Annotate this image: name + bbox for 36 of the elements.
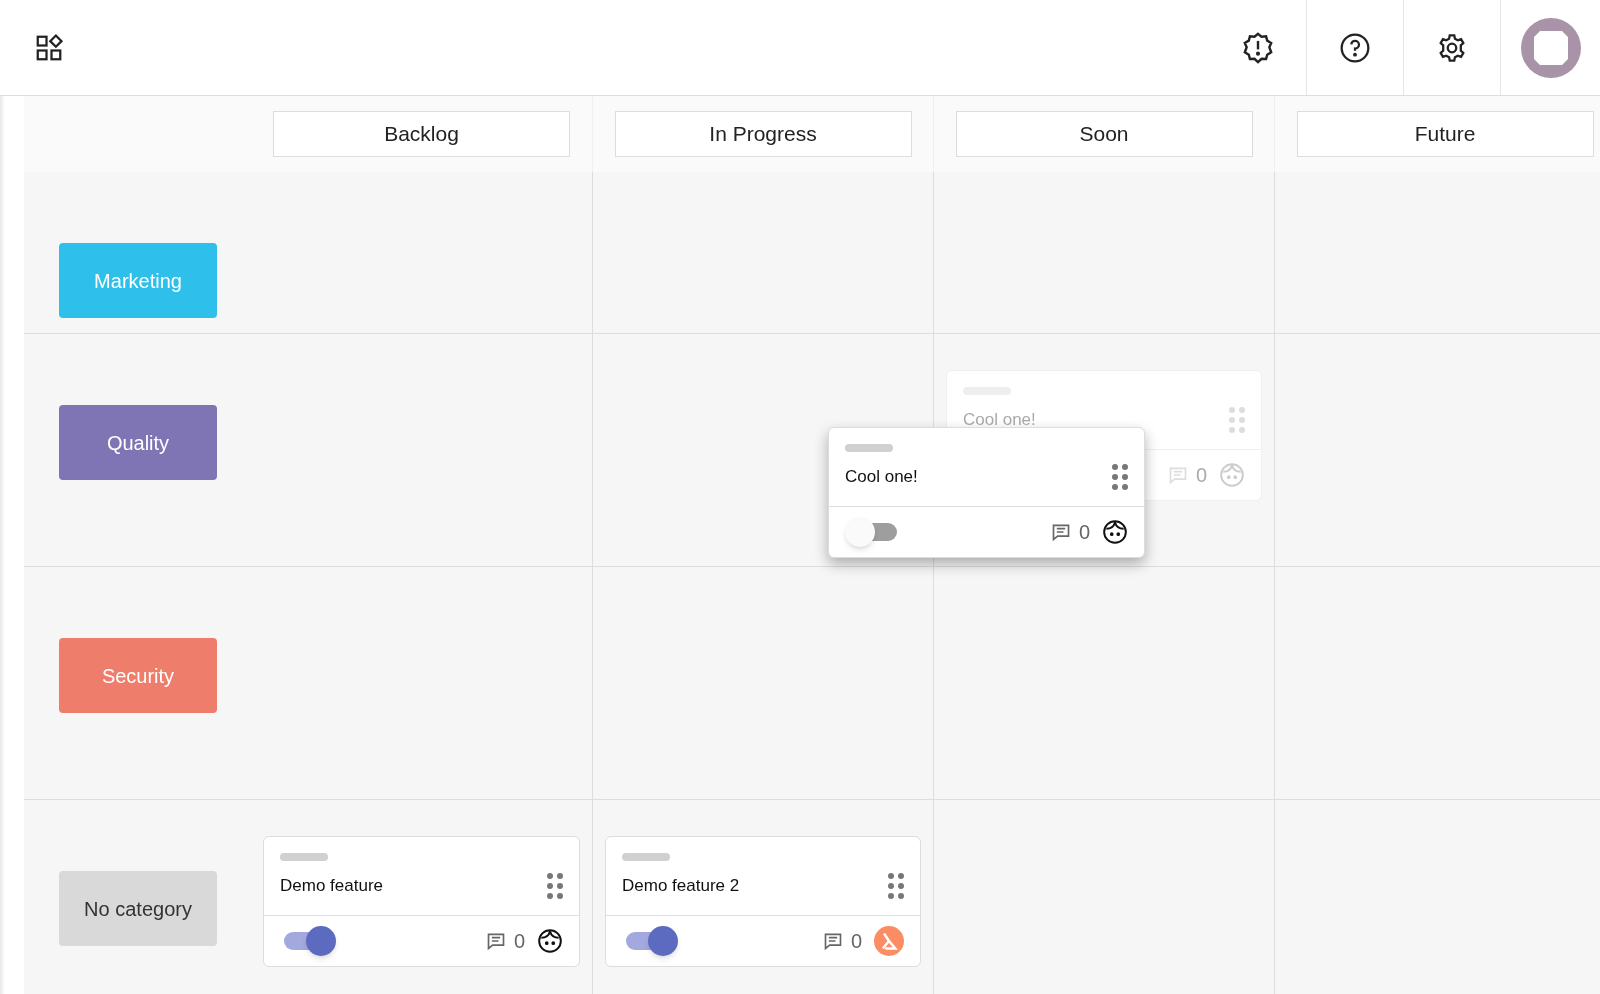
alert-icon[interactable] [1241,30,1275,65]
comment-count: 0 [513,929,525,954]
column-header: Future [1296,111,1594,157]
feature-card[interactable]: Demo feature 0 [263,836,580,967]
user-avatar-icon[interactable] [1520,17,1581,78]
card-title: Demo feature [280,875,383,897]
tag-placeholder-bar [845,444,893,452]
comment-icon [1167,465,1188,485]
comment-icon [485,931,506,951]
category-label[interactable]: Quality [59,405,217,480]
comment-count: 0 [850,929,862,954]
help-icon[interactable] [1339,31,1371,64]
tag-placeholder-bar [280,853,328,861]
card-title: Demo feature 2 [622,875,740,897]
feature-card[interactable]: Demo feature 2 0 [605,836,921,967]
settings-icon[interactable] [1436,31,1468,64]
drag-handle-icon[interactable] [547,873,563,899]
face-avatar-icon [1219,462,1245,488]
drag-handle-icon[interactable] [888,873,904,899]
card-title: Cool one! [845,466,918,488]
column-header: Soon [955,111,1253,157]
tag-placeholder-bar [622,853,670,861]
face-avatar-icon [1102,519,1128,545]
logo-avatar-icon [874,926,904,956]
column-header: Backlog [273,111,570,157]
category-label[interactable]: No category [59,871,217,946]
drag-handle-icon[interactable] [1229,407,1245,433]
apps-icon[interactable] [34,32,64,63]
comment-count: 0 [1078,520,1090,545]
comment-count: 0 [1195,463,1207,488]
face-avatar-icon [537,928,563,954]
comment-icon [822,931,843,951]
drag-handle-icon[interactable] [1112,464,1128,490]
dragged-card-overlay[interactable]: Cool one! 0 [828,427,1145,558]
column-header: In Progress [614,111,912,157]
comment-icon [1050,522,1071,542]
